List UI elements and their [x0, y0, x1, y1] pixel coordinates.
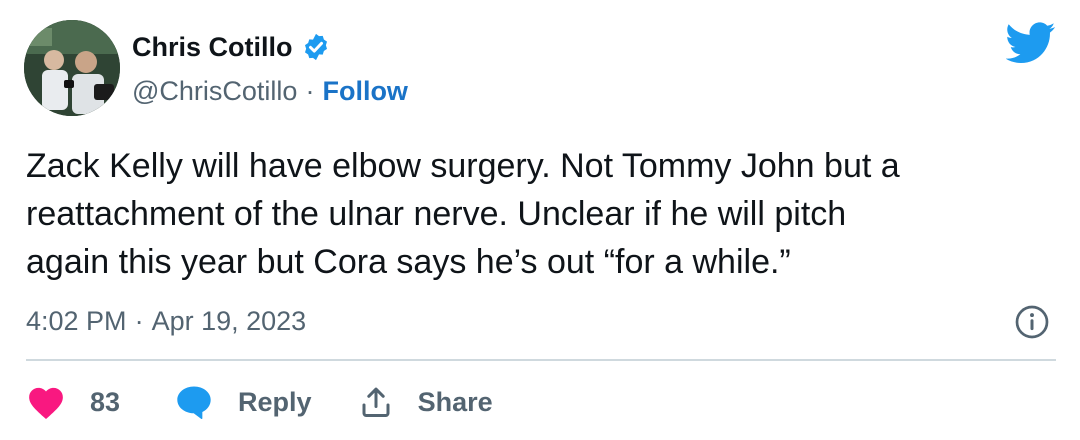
- tweet-timestamp[interactable]: 4:02 PM · Apr 19, 2023: [26, 303, 306, 339]
- tweet-time: 4:02 PM: [26, 306, 127, 336]
- like-button[interactable]: 83: [26, 384, 120, 420]
- verified-badge-icon: [301, 32, 331, 62]
- author-display-name[interactable]: Chris Cotillo: [132, 30, 293, 64]
- handle-separator: ·: [305, 76, 315, 106]
- tweet-text: Zack Kelly will have elbow surgery. Not …: [26, 147, 900, 281]
- heart-icon: [26, 384, 66, 420]
- share-label: Share: [417, 386, 493, 417]
- info-icon[interactable]: [1014, 304, 1050, 340]
- speech-bubble-icon: [174, 384, 214, 420]
- divider: [26, 359, 1056, 361]
- author-handle[interactable]: @ChrisCotillo: [132, 74, 297, 108]
- author-handle-row: @ChrisCotillo · Follow: [132, 74, 408, 108]
- author-name-row: Chris Cotillo: [132, 30, 331, 64]
- tweet-card: Chris Cotillo @ChrisCotillo · Follow Zac…: [0, 0, 1080, 440]
- share-button[interactable]: Share: [358, 384, 493, 420]
- share-upload-icon: [358, 384, 394, 420]
- tweet-date: Apr 19, 2023: [151, 306, 307, 336]
- tweet-actions: 83 Reply Share: [26, 380, 493, 424]
- reply-button[interactable]: Reply: [174, 384, 312, 420]
- twitter-bird-icon[interactable]: [1006, 22, 1056, 64]
- like-count: 83: [90, 386, 121, 417]
- timestamp-separator: ·: [134, 306, 144, 336]
- follow-button[interactable]: Follow: [322, 74, 407, 108]
- reply-label: Reply: [238, 386, 312, 417]
- avatar[interactable]: [24, 20, 120, 116]
